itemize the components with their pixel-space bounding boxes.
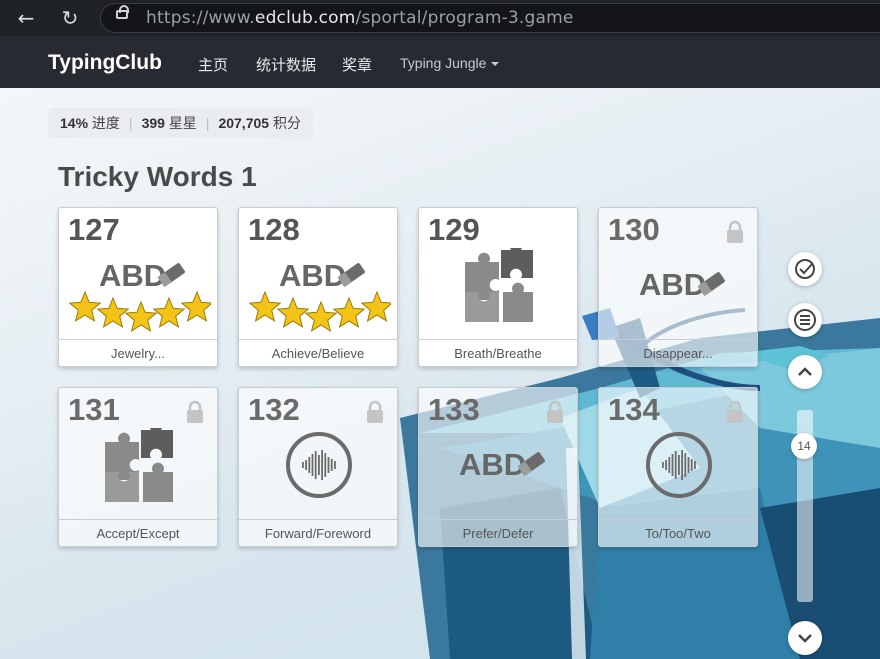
nav-home[interactable]: 主页 <box>198 54 228 75</box>
lesson-title: Disappear... <box>599 339 757 366</box>
lock-icon <box>727 220 743 243</box>
lesson-card-132[interactable]: 132 Forward/Foreword <box>238 387 398 547</box>
lock-icon <box>187 400 203 423</box>
lesson-title: To/Too/Two <box>599 519 757 546</box>
lesson-number: 128 <box>248 212 300 247</box>
reload-icon[interactable]: ↻ <box>58 6 82 30</box>
lesson-card-127[interactable]: 127 ABD Jewelry... <box>58 207 218 367</box>
url-text[interactable]: https://www.edclub.com/sportal/program-3… <box>146 8 574 28</box>
eraser-icon <box>157 263 185 288</box>
scroll-up-button[interactable] <box>788 355 822 389</box>
lesson-card-131[interactable]: 131 Accept/Except <box>58 387 218 547</box>
menu-icon <box>794 309 816 331</box>
lesson-number: 132 <box>248 392 300 427</box>
abd-eraser-icon: ABD <box>635 263 731 313</box>
menu-button[interactable] <box>788 303 822 337</box>
lesson-number: 129 <box>428 212 480 247</box>
lesson-title: Jewelry... <box>59 339 217 366</box>
progress-summary: 14% 进度 | 399 星星 | 207,705 积分 <box>48 108 313 138</box>
progress-check-button[interactable] <box>788 252 822 286</box>
star-rating-icon <box>248 290 391 332</box>
lesson-card-130[interactable]: 130 ABD Disappear... <box>598 207 758 367</box>
audio-wave-icon <box>646 432 712 498</box>
chevron-up-icon <box>798 367 812 376</box>
section-title: Tricky Words 1 <box>58 161 257 192</box>
back-arrow-icon[interactable]: ← <box>14 6 38 30</box>
lesson-card-129[interactable]: 129 Breath/Breathe <box>418 207 578 367</box>
lesson-card-133[interactable]: 133 ABD Prefer/Defer <box>418 387 578 547</box>
lock-icon <box>547 400 563 423</box>
audio-wave-icon <box>286 432 352 498</box>
lesson-card-128[interactable]: 128 ABD Achieve/Believe <box>238 207 398 367</box>
page-indicator[interactable]: 14 <box>791 433 817 459</box>
lock-icon <box>367 400 383 423</box>
lesson-title: Achieve/Believe <box>239 339 397 366</box>
eraser-icon <box>337 263 365 288</box>
lesson-title: Prefer/Defer <box>419 519 577 546</box>
lesson-title: Breath/Breathe <box>419 339 577 366</box>
program-dropdown[interactable]: Typing Jungle <box>400 55 500 71</box>
caret-down-icon <box>491 62 500 67</box>
nav-badges[interactable]: 奖章 <box>342 54 372 75</box>
lesson-number: 127 <box>68 212 120 247</box>
lesson-number: 130 <box>608 212 660 247</box>
lesson-title: Forward/Foreword <box>239 519 397 546</box>
chevron-down-icon <box>798 634 812 643</box>
abd-eraser-icon: ABD <box>455 443 551 493</box>
browser-toolbar: ← ↻ https://www.edclub.com/sportal/progr… <box>0 0 880 36</box>
lock-icon <box>727 400 743 423</box>
lesson-card-134[interactable]: 134 To/Too/Two <box>598 387 758 547</box>
nav-stats[interactable]: 统计数据 <box>256 54 316 75</box>
check-circle-icon <box>795 259 815 279</box>
puzzle-icon <box>465 248 533 322</box>
puzzle-icon <box>105 428 173 502</box>
scroll-down-button[interactable] <box>788 621 822 655</box>
lesson-title: Accept/Except <box>59 519 217 546</box>
app-header: TypingClub 主页 统计数据 奖章 Typing Jungle <box>0 36 880 88</box>
lock-icon[interactable] <box>116 5 129 19</box>
lesson-number: 133 <box>428 392 480 427</box>
lesson-number: 134 <box>608 392 660 427</box>
eraser-icon <box>697 272 725 297</box>
brand-logo[interactable]: TypingClub <box>48 51 162 75</box>
lessons-area: 14% 进度 | 399 星星 | 207,705 积分 Tricky Words 1 … <box>0 88 880 659</box>
eraser-icon <box>517 452 545 477</box>
star-rating-icon <box>68 290 211 332</box>
lesson-number: 131 <box>68 392 120 427</box>
